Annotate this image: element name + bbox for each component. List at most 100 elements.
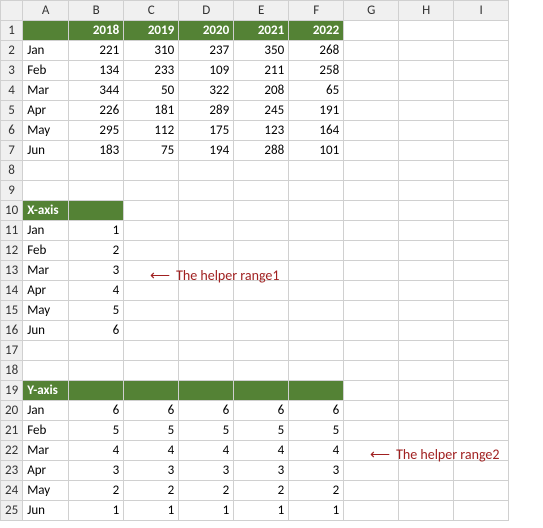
cell[interactable] bbox=[454, 481, 509, 501]
row-header[interactable]: 19 bbox=[1, 381, 23, 401]
cell[interactable] bbox=[399, 381, 454, 401]
cell[interactable] bbox=[234, 321, 289, 341]
cell[interactable]: Apr bbox=[23, 281, 69, 301]
cell[interactable] bbox=[344, 161, 399, 181]
cell[interactable]: 5 bbox=[124, 421, 179, 441]
cell[interactable] bbox=[454, 141, 509, 161]
cell[interactable] bbox=[179, 341, 234, 361]
cell[interactable]: Mar bbox=[23, 81, 69, 101]
cell[interactable] bbox=[399, 421, 454, 441]
cell[interactable]: May bbox=[23, 481, 69, 501]
cell[interactable] bbox=[234, 361, 289, 381]
cell[interactable]: 344 bbox=[69, 81, 124, 101]
cell[interactable] bbox=[399, 161, 454, 181]
cell[interactable]: 3 bbox=[69, 261, 124, 281]
cell[interactable] bbox=[23, 21, 69, 41]
cell[interactable]: 1 bbox=[289, 501, 344, 521]
cell[interactable] bbox=[399, 201, 454, 221]
cell[interactable] bbox=[399, 501, 454, 521]
cell[interactable]: Jan bbox=[23, 221, 69, 241]
cell[interactable]: May bbox=[23, 301, 69, 321]
row-21[interactable]: 21Feb55555 bbox=[1, 421, 509, 441]
cell[interactable] bbox=[454, 301, 509, 321]
cell[interactable] bbox=[344, 181, 399, 201]
cell[interactable]: 295 bbox=[69, 121, 124, 141]
cell[interactable] bbox=[344, 101, 399, 121]
cell[interactable]: 2 bbox=[289, 481, 344, 501]
cell[interactable] bbox=[124, 241, 179, 261]
cell[interactable]: 350 bbox=[234, 41, 289, 61]
row-header[interactable]: 8 bbox=[1, 161, 23, 181]
row-1[interactable]: 1 2018 2019 2020 2021 2022 bbox=[1, 21, 509, 41]
cell[interactable] bbox=[179, 301, 234, 321]
cell[interactable]: May bbox=[23, 121, 69, 141]
cell[interactable]: Mar bbox=[23, 441, 69, 461]
cell[interactable]: 4 bbox=[69, 441, 124, 461]
row-header[interactable]: 3 bbox=[1, 61, 23, 81]
cell[interactable]: 2 bbox=[234, 481, 289, 501]
cell[interactable]: 50 bbox=[124, 81, 179, 101]
row-header[interactable]: 23 bbox=[1, 461, 23, 481]
cell[interactable]: Feb bbox=[23, 61, 69, 81]
cell[interactable] bbox=[454, 121, 509, 141]
cell[interactable] bbox=[454, 421, 509, 441]
row-header[interactable]: 6 bbox=[1, 121, 23, 141]
cell[interactable] bbox=[234, 241, 289, 261]
col-header[interactable]: D bbox=[179, 1, 234, 21]
cell[interactable] bbox=[289, 381, 344, 401]
cell[interactable]: 4 bbox=[69, 281, 124, 301]
cell[interactable]: 233 bbox=[124, 61, 179, 81]
cell[interactable]: 3 bbox=[289, 461, 344, 481]
cell[interactable] bbox=[23, 181, 69, 201]
col-header[interactable]: E bbox=[234, 1, 289, 21]
cell[interactable]: 4 bbox=[179, 441, 234, 461]
cell[interactable] bbox=[344, 261, 399, 281]
col-header[interactable]: I bbox=[454, 1, 509, 21]
cell[interactable]: Feb bbox=[23, 241, 69, 261]
cell[interactable] bbox=[454, 361, 509, 381]
cell[interactable] bbox=[399, 361, 454, 381]
cell[interactable] bbox=[23, 361, 69, 381]
cell[interactable]: 6 bbox=[69, 321, 124, 341]
cell[interactable] bbox=[454, 501, 509, 521]
cell[interactable]: 2018 bbox=[69, 21, 124, 41]
row-23[interactable]: 23Apr33333 bbox=[1, 461, 509, 481]
cell[interactable]: Jun bbox=[23, 501, 69, 521]
cell[interactable]: 208 bbox=[234, 81, 289, 101]
cell[interactable] bbox=[69, 361, 124, 381]
row-10[interactable]: 10 X-axis bbox=[1, 201, 509, 221]
cell[interactable]: Y-axis bbox=[23, 381, 69, 401]
row-19[interactable]: 19 Y-axis bbox=[1, 381, 509, 401]
cell[interactable]: 3 bbox=[179, 461, 234, 481]
cell[interactable] bbox=[454, 61, 509, 81]
row-12[interactable]: 12Feb2 bbox=[1, 241, 509, 261]
cell[interactable]: 4 bbox=[124, 441, 179, 461]
cell[interactable] bbox=[344, 61, 399, 81]
cell[interactable] bbox=[234, 181, 289, 201]
cell[interactable] bbox=[234, 301, 289, 321]
cell[interactable] bbox=[399, 101, 454, 121]
cell[interactable]: 3 bbox=[124, 461, 179, 481]
col-header[interactable]: C bbox=[124, 1, 179, 21]
cell[interactable] bbox=[399, 401, 454, 421]
cell[interactable]: Feb bbox=[23, 421, 69, 441]
cell[interactable] bbox=[289, 221, 344, 241]
cell[interactable]: 5 bbox=[234, 421, 289, 441]
cell[interactable] bbox=[234, 381, 289, 401]
cell[interactable]: 2021 bbox=[234, 21, 289, 41]
cell[interactable] bbox=[289, 321, 344, 341]
cell[interactable] bbox=[454, 261, 509, 281]
cell[interactable]: 181 bbox=[124, 101, 179, 121]
cell[interactable]: 258 bbox=[289, 61, 344, 81]
cell[interactable] bbox=[23, 341, 69, 361]
cell[interactable] bbox=[124, 181, 179, 201]
row-header[interactable]: 9 bbox=[1, 181, 23, 201]
cell[interactable]: Jun bbox=[23, 321, 69, 341]
row-header[interactable]: 11 bbox=[1, 221, 23, 241]
cell[interactable] bbox=[344, 141, 399, 161]
cell[interactable]: 310 bbox=[124, 41, 179, 61]
cell[interactable]: 175 bbox=[179, 121, 234, 141]
cell[interactable]: 109 bbox=[179, 61, 234, 81]
cell[interactable]: 221 bbox=[69, 41, 124, 61]
cell[interactable] bbox=[179, 321, 234, 341]
